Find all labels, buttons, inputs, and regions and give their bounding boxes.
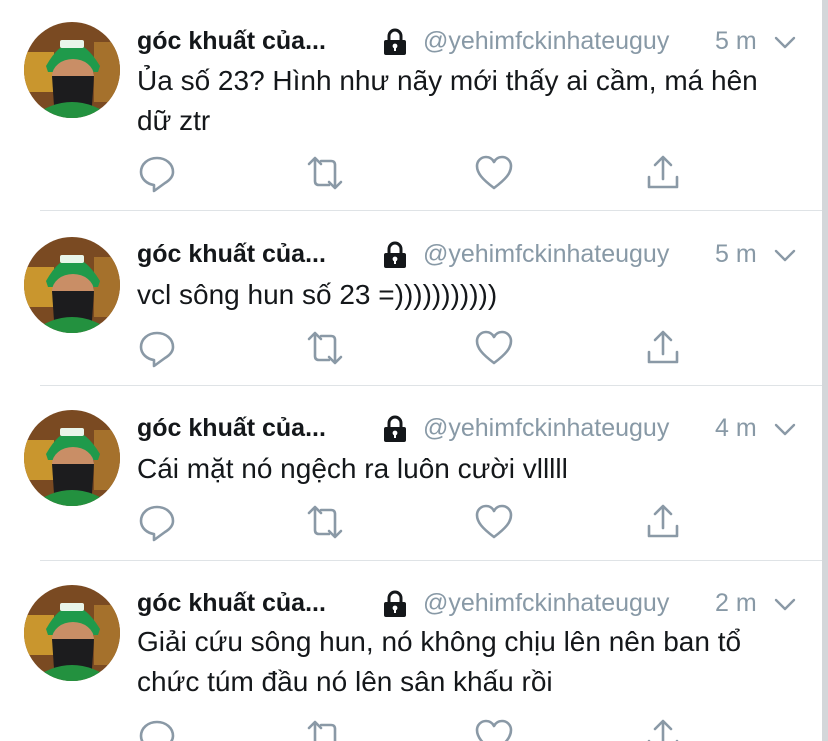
share-icon: [647, 155, 679, 189]
retweet-icon: [307, 331, 343, 365]
reply-button[interactable]: [137, 717, 177, 741]
reply-icon: [139, 720, 175, 741]
retweet-icon: [307, 156, 343, 190]
like-button[interactable]: [474, 717, 514, 741]
retweet-icon: [307, 720, 337, 741]
share-button[interactable]: [643, 717, 683, 741]
share-icon: [647, 504, 679, 538]
share-icon: [647, 719, 679, 741]
share-button[interactable]: [643, 502, 683, 542]
timestamp[interactable]: 5 m: [715, 24, 757, 58]
author-name[interactable]: góc khuất của...: [137, 586, 326, 620]
timestamp[interactable]: 5 m: [715, 237, 757, 271]
tweet-text: Ủa số 23? Hình như nãy mới thấy ai cầm, …: [137, 65, 758, 136]
tweet-header: góc khuất của... @yehimfckinhateuguy 5 m: [137, 24, 799, 58]
author-handle[interactable]: @yehimfckinhateuguy: [423, 586, 669, 620]
retweet-icon: [307, 505, 343, 539]
tweet[interactable]: góc khuất của... @yehimfckinhateuguy 5 m…: [0, 0, 822, 211]
tweet[interactable]: góc khuất của... @yehimfckinhateuguy 5 m…: [0, 211, 822, 386]
avatar[interactable]: [24, 410, 120, 506]
tweet-text: vcl sông hun số 23 =))))))))))): [137, 279, 498, 310]
lock-icon: [382, 590, 408, 618]
author-handle[interactable]: @yehimfckinhateuguy: [423, 411, 669, 445]
like-button[interactable]: [474, 502, 514, 542]
tweet-header: góc khuất của... @yehimfckinhateuguy 2 m: [137, 586, 799, 620]
author-handle[interactable]: @yehimfckinhateuguy: [423, 24, 669, 58]
heart-icon: [475, 155, 513, 190]
lock-icon: [382, 415, 408, 443]
retweet-button[interactable]: [305, 153, 345, 193]
tweet-header: góc khuất của... @yehimfckinhateuguy 5 m: [137, 237, 799, 271]
like-button[interactable]: [474, 328, 514, 368]
lock-icon: [382, 28, 408, 56]
chevron-down-icon[interactable]: [771, 415, 799, 443]
reply-icon: [139, 156, 175, 193]
reply-icon: [139, 331, 175, 368]
lock-icon: [382, 241, 408, 269]
timestamp[interactable]: 4 m: [715, 411, 757, 445]
tweet-text: Cái mặt nó ngệch ra luôn cười vlllll: [137, 453, 568, 484]
share-button[interactable]: [643, 328, 683, 368]
chevron-down-icon[interactable]: [771, 590, 799, 618]
tweet-header: góc khuất của... @yehimfckinhateuguy 4 m: [137, 411, 799, 445]
timestamp[interactable]: 2 m: [715, 586, 757, 620]
chevron-down-icon[interactable]: [771, 241, 799, 269]
chevron-down-icon[interactable]: [771, 28, 799, 56]
heart-icon: [475, 504, 513, 539]
heart-icon: [475, 719, 513, 741]
reply-button[interactable]: [137, 328, 177, 368]
author-handle[interactable]: @yehimfckinhateuguy: [423, 237, 669, 271]
author-name[interactable]: góc khuất của...: [137, 24, 326, 58]
reply-button[interactable]: [137, 502, 177, 542]
retweet-button[interactable]: [305, 502, 345, 542]
avatar[interactable]: [24, 237, 120, 333]
tweet-text: Giải cứu sông hun, nó không chịu lên nên…: [137, 626, 742, 697]
reply-button[interactable]: [137, 153, 177, 193]
tweet[interactable]: góc khuất của... @yehimfckinhateuguy 2 m…: [0, 561, 822, 741]
heart-icon: [475, 330, 513, 365]
retweet-button[interactable]: [305, 328, 345, 368]
reply-icon: [139, 505, 175, 542]
retweet-button[interactable]: [305, 717, 345, 741]
like-button[interactable]: [474, 153, 514, 193]
avatar[interactable]: [24, 585, 120, 681]
author-name[interactable]: góc khuất của...: [137, 411, 326, 445]
share-button[interactable]: [643, 153, 683, 193]
tweet[interactable]: góc khuất của... @yehimfckinhateuguy 4 m…: [0, 386, 822, 561]
author-name[interactable]: góc khuất của...: [137, 237, 326, 271]
share-icon: [647, 330, 679, 364]
avatar[interactable]: [24, 22, 120, 118]
timeline: góc khuất của... @yehimfckinhateuguy 5 m…: [0, 0, 822, 741]
scrollbar[interactable]: [822, 0, 828, 741]
